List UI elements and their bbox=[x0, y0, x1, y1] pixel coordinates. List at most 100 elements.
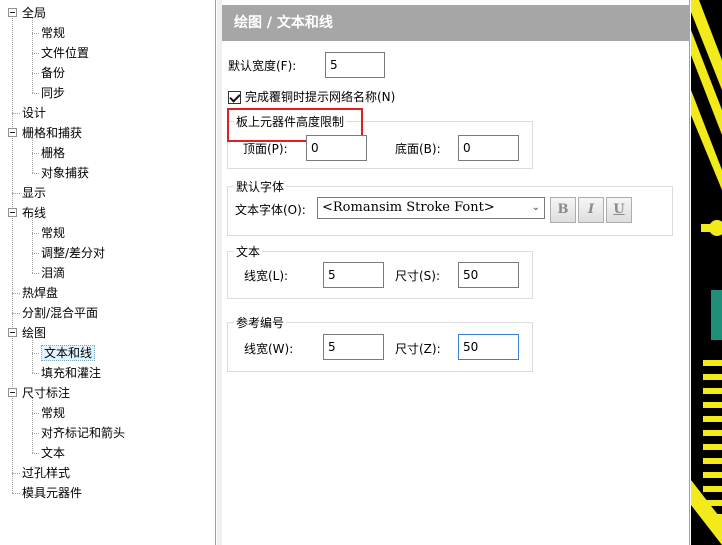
top-height-input[interactable]: 0 bbox=[306, 135, 367, 161]
text-group-title: 文本 bbox=[234, 244, 263, 260]
tree-item-label: 对齐标记和箭头 bbox=[41, 426, 126, 440]
tree-item-label: 布线 bbox=[22, 206, 47, 220]
bottom-height-input[interactable]: 0 bbox=[458, 135, 519, 161]
tree-connector bbox=[12, 473, 20, 474]
tree-connector bbox=[32, 73, 39, 74]
tree-item-label: 对象捕获 bbox=[41, 166, 90, 180]
tree-connector bbox=[12, 293, 20, 294]
tree-item[interactable]: 全局 bbox=[22, 3, 46, 23]
tree-item[interactable]: 文本 bbox=[41, 443, 65, 463]
tree-item-label: 设计 bbox=[22, 106, 47, 120]
text-linewidth-label: 线宽(L): bbox=[244, 269, 289, 283]
tree-connector bbox=[12, 113, 20, 114]
tree-item-label: 栅格和捕获 bbox=[22, 126, 83, 140]
default-width-input[interactable]: 5 bbox=[325, 52, 385, 78]
pcb-pad bbox=[703, 472, 722, 478]
pcb-pad bbox=[703, 444, 722, 450]
text-font-value: <Romansim Stroke Font> bbox=[322, 200, 495, 215]
underline-button[interactable]: U bbox=[606, 197, 632, 223]
tree-item-label: 分割/混合平面 bbox=[22, 306, 99, 320]
tree-item-label: 文本和线 bbox=[41, 345, 96, 361]
tree-item[interactable]: 设计 bbox=[22, 103, 46, 123]
tree-connector bbox=[12, 193, 20, 194]
tree-item[interactable]: 绘图 bbox=[22, 323, 46, 343]
tree-item[interactable]: 栅格和捕获 bbox=[22, 123, 82, 143]
tree-branch-line bbox=[32, 338, 33, 373]
refdes-linewidth-input[interactable]: 5 bbox=[323, 334, 384, 360]
tree-item-label: 全局 bbox=[22, 6, 47, 20]
tree-item[interactable]: 热焊盘 bbox=[22, 283, 58, 303]
tree-item[interactable]: 栅格 bbox=[41, 143, 65, 163]
text-font-select[interactable]: <Romansim Stroke Font> ⌄ bbox=[317, 197, 545, 219]
tree-item[interactable]: 布线 bbox=[22, 203, 46, 223]
tree-item-label: 泪滴 bbox=[41, 266, 66, 280]
tree-branch-line bbox=[32, 218, 33, 273]
tree-item[interactable]: 填充和灌注 bbox=[41, 363, 101, 383]
tree-item[interactable]: 调整/差分对 bbox=[41, 243, 105, 263]
collapse-icon[interactable] bbox=[8, 388, 17, 397]
tree-connector bbox=[32, 453, 39, 454]
tree-item-label: 同步 bbox=[41, 86, 66, 100]
tree-item-label: 调整/差分对 bbox=[41, 246, 106, 260]
tree-connector bbox=[32, 373, 39, 374]
pcb-artwork bbox=[691, 0, 722, 545]
tree-item-label: 热焊盘 bbox=[22, 286, 59, 300]
collapse-icon[interactable] bbox=[8, 208, 17, 217]
pcb-pad bbox=[703, 388, 722, 394]
collapse-icon[interactable] bbox=[8, 8, 17, 17]
text-font-label: 文本字体(O): bbox=[235, 203, 306, 217]
pcb-copper bbox=[711, 290, 722, 340]
tree-connector bbox=[32, 413, 39, 414]
tree-item[interactable]: 常规 bbox=[41, 403, 65, 423]
text-size-input[interactable]: 50 bbox=[458, 262, 519, 288]
tree-item[interactable]: 文本和线 bbox=[41, 343, 96, 363]
tree-connector bbox=[32, 253, 39, 254]
pcb-pad bbox=[703, 402, 722, 408]
tree-connector bbox=[32, 93, 39, 94]
refdes-size-input[interactable]: 50 bbox=[458, 334, 519, 360]
pcb-canvas[interactable] bbox=[691, 0, 722, 545]
tree-branch-line bbox=[32, 138, 33, 173]
tree-item[interactable]: 文件位置 bbox=[41, 43, 89, 63]
tree-connector bbox=[32, 273, 39, 274]
tree-item-label: 显示 bbox=[22, 186, 47, 200]
collapse-icon[interactable] bbox=[8, 328, 17, 337]
tree-item[interactable]: 过孔样式 bbox=[22, 463, 70, 483]
tree-item[interactable]: 常规 bbox=[41, 23, 65, 43]
top-height-label: 顶面(P): bbox=[243, 142, 288, 156]
settings-panel: 绘图 / 文本和线 默认宽度(F): 5 完成覆铜时提示网络名称(N) 板上元器… bbox=[222, 0, 690, 545]
complete-copper-checkbox[interactable] bbox=[228, 91, 241, 104]
refdes-group-title: 参考编号 bbox=[234, 315, 287, 331]
bold-button[interactable]: B bbox=[550, 197, 576, 223]
tree-item[interactable]: 显示 bbox=[22, 183, 46, 203]
refdes-linewidth-label: 线宽(W): bbox=[244, 342, 294, 356]
tree-item[interactable]: 模具元器件 bbox=[22, 483, 82, 503]
tree-item[interactable]: 尺寸标注 bbox=[22, 383, 70, 403]
text-size-label: 尺寸(S): bbox=[395, 269, 441, 283]
tree-item-label: 备份 bbox=[41, 66, 66, 80]
chevron-down-icon: ⌄ bbox=[531, 202, 540, 213]
tree-item-label: 常规 bbox=[41, 226, 66, 240]
tree-item-label: 填充和灌注 bbox=[41, 366, 102, 380]
tree-item[interactable]: 分割/混合平面 bbox=[22, 303, 98, 323]
options-tree[interactable]: 全局 常规 文件位置 备份 同步 设计 栅格和捕获 栅格 对象捕获 显示 布线 常规 调整/差分对 泪滴热… bbox=[0, 0, 216, 545]
tree-item-label: 常规 bbox=[41, 406, 66, 420]
tree-item[interactable]: 泪滴 bbox=[41, 263, 65, 283]
pcb-pad bbox=[703, 360, 722, 366]
tree-connector bbox=[32, 433, 39, 434]
tree-connector bbox=[32, 153, 39, 154]
tree-item[interactable]: 同步 bbox=[41, 83, 65, 103]
pcb-pad bbox=[703, 430, 722, 436]
complete-copper-label[interactable]: 完成覆铜时提示网络名称(N) bbox=[245, 89, 395, 105]
collapse-icon[interactable] bbox=[8, 128, 17, 137]
tree-item[interactable]: 对象捕获 bbox=[41, 163, 89, 183]
tree-item[interactable]: 备份 bbox=[41, 63, 65, 83]
tree-connector bbox=[32, 233, 39, 234]
tree-item-label: 尺寸标注 bbox=[22, 386, 71, 400]
tree-item[interactable]: 对齐标记和箭头 bbox=[41, 423, 125, 443]
tree-item-label: 过孔样式 bbox=[22, 466, 71, 480]
text-linewidth-input[interactable]: 5 bbox=[323, 262, 384, 288]
italic-button[interactable]: I bbox=[578, 197, 604, 223]
tree-item[interactable]: 常规 bbox=[41, 223, 65, 243]
tree-connector bbox=[32, 53, 39, 54]
